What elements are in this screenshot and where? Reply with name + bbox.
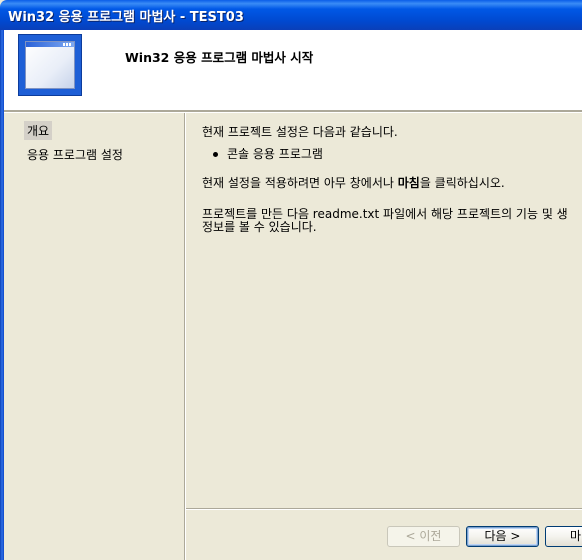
- finish-instruction-text: 현재 설정을 적용하려면 아무 창에서나 마침을 클릭하십시오.: [202, 176, 505, 190]
- button-bar-divider: [186, 508, 582, 510]
- bullet-icon: [213, 152, 218, 157]
- next-button[interactable]: 다음 >: [466, 526, 539, 547]
- nav-item-overview[interactable]: 개요: [24, 121, 53, 140]
- wizard-nav: [4, 113, 186, 560]
- content-summary-text: 현재 프로젝트 설정은 다음과 같습니다.: [202, 125, 398, 139]
- wizard-header: Win32 응용 프로그램 마법사 시작: [4, 30, 582, 110]
- finish-button[interactable]: 마: [545, 526, 582, 547]
- application-window-icon: [18, 34, 82, 96]
- window-title: Win32 응용 프로그램 마법사 - TEST03: [8, 10, 244, 25]
- nav-item-application-settings[interactable]: 응용 프로그램 설정: [24, 145, 126, 164]
- wizard-header-title: Win32 응용 프로그램 마법사 시작: [125, 50, 314, 65]
- finish-keyword: 마침: [397, 176, 420, 190]
- project-type-item: 콘솔 응용 프로그램: [227, 147, 323, 161]
- title-bar[interactable]: Win32 응용 프로그램 마법사 - TEST03: [0, 0, 582, 30]
- previous-button[interactable]: < 이전: [387, 526, 460, 547]
- readme-info-text-cont: 정보를 볼 수 있습니다.: [202, 220, 317, 234]
